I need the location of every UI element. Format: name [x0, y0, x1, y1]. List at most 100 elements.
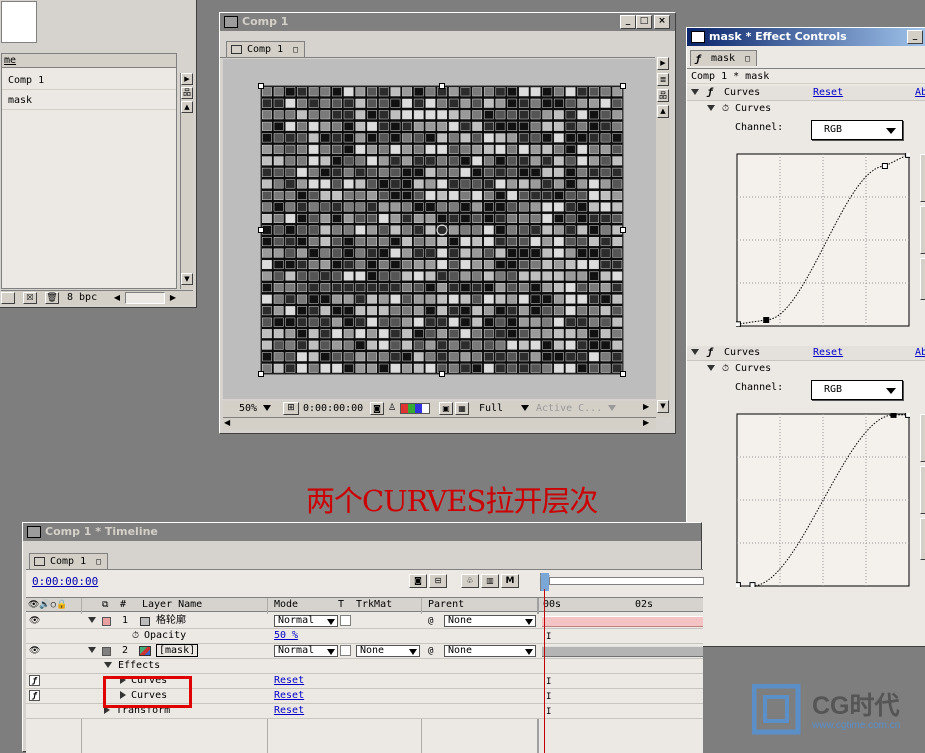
comp-hscroll-left-icon[interactable]: ◀ — [224, 418, 230, 427]
layer-1-duration-bar[interactable] — [542, 616, 703, 627]
snapshot-icon[interactable]: ◙ — [370, 402, 384, 415]
effect-2-fx-icon[interactable]: ƒ — [707, 346, 713, 360]
layer-row-1[interactable]: 👁 1 格轮廓 Normal @ None — [26, 614, 703, 629]
effect-2-channel-dropdown[interactable]: RGB — [811, 380, 903, 400]
comp-flowchart-btn-icon[interactable]: ◙ — [409, 574, 427, 588]
project-vscrollbar[interactable]: ▶ 品 ▲ ▼ — [180, 73, 193, 289]
curve-1-tool-b[interactable] — [920, 206, 925, 254]
scroll-right-icon[interactable]: ▶ — [167, 292, 179, 304]
draft-3d-icon[interactable]: ⊟ — [429, 574, 447, 588]
time-navigator[interactable] — [540, 573, 704, 591]
timeline-tab[interactable]: Comp 1 □ — [29, 553, 108, 570]
curve-2-tool-b[interactable] — [920, 466, 925, 514]
effects-group-row[interactable]: Effects — [26, 659, 703, 674]
comp-canvas[interactable] — [223, 59, 656, 399]
layer-1-eye-icon[interactable]: 👁 — [29, 614, 40, 628]
curve-2-tool-a[interactable] — [920, 414, 925, 462]
comp-tab[interactable]: Comp 1 □ — [226, 41, 305, 58]
comp-menu-arrow-icon[interactable]: ▶ — [657, 57, 669, 70]
layer-1-twirl-icon[interactable] — [88, 614, 96, 628]
safe-zones-icon[interactable]: ⊞ — [283, 402, 299, 415]
effect-2-prop-twirl-icon[interactable] — [707, 362, 715, 376]
comp-hscrollbar[interactable]: ◀ ▶ — [223, 417, 656, 430]
curves-1-reset-link[interactable]: Reset — [274, 674, 304, 688]
effect-1-prop-twirl-icon[interactable] — [707, 102, 715, 116]
label-column-icon[interactable]: ⧉ — [102, 598, 108, 612]
ec-tab-close-icon[interactable]: □ — [745, 54, 750, 63]
layer-1-t-checkbox[interactable] — [340, 615, 351, 626]
navigator-bar[interactable] — [549, 577, 704, 585]
scroll-up-icon[interactable]: ▲ — [181, 101, 193, 113]
layer-1-pickwhip-icon[interactable]: @ — [428, 614, 433, 628]
curves-2-reset-link[interactable]: Reset — [274, 689, 304, 703]
effect-1-reset-link[interactable]: Reset — [813, 86, 843, 100]
curve-2-tool-c[interactable] — [920, 518, 925, 560]
layer-1-label-color[interactable] — [102, 617, 111, 626]
ec-tab[interactable]: ƒ mask □ — [690, 50, 757, 66]
stopwatch-2-icon[interactable]: ⏱ — [722, 362, 729, 376]
comp-timecode[interactable]: 0:00:00:00 — [303, 402, 363, 416]
timeline-timecode[interactable]: 0:00:00:00 — [32, 575, 98, 588]
scroll-arrow-right-icon[interactable]: ▶ — [181, 73, 193, 85]
curves-1-fx-switch-icon[interactable]: ƒ — [29, 675, 40, 686]
comp-bottom-right-arrow-icon[interactable]: ▶ — [643, 402, 649, 411]
curves-2-fx-switch-icon[interactable]: ƒ — [29, 690, 40, 701]
project-item-mask[interactable]: mask — [2, 92, 176, 110]
folder-icon[interactable] — [1, 292, 15, 304]
effect-2-reset-link[interactable]: Reset — [813, 346, 843, 360]
effects-twirl-icon[interactable] — [104, 659, 112, 673]
timeline-titlebar[interactable]: Comp 1 * Timeline — [23, 523, 701, 541]
layer-2-label-color[interactable] — [102, 647, 111, 656]
effect-controls-titlebar[interactable]: mask * Effect Controls _ — [687, 28, 925, 46]
layer-2-pickwhip-icon[interactable]: @ — [428, 644, 433, 658]
effect-2-header[interactable]: ƒ Curves Reset Ab — [687, 346, 925, 361]
project-item-comp1[interactable]: Comp 1 — [2, 72, 176, 90]
layer-1-name[interactable]: 格轮廓 — [156, 614, 186, 628]
playhead-icon[interactable] — [540, 575, 550, 585]
frame-blend-icon[interactable]: ▥ — [481, 574, 499, 588]
comp-scroll-down-icon[interactable]: ▼ — [657, 400, 669, 413]
layer-2-parent-dropdown[interactable]: None — [444, 645, 536, 657]
camera-dropdown[interactable]: Active C... — [536, 402, 617, 416]
layer-2-duration-bar[interactable] — [542, 646, 703, 657]
timeline-tab-close-icon[interactable]: □ — [96, 557, 101, 566]
effect-1-about-link[interactable]: Ab — [915, 86, 925, 100]
new-comp-icon[interactable]: ☒ — [23, 292, 37, 304]
close-icon[interactable]: × — [654, 15, 670, 29]
region-icon[interactable]: ▣ — [439, 402, 453, 415]
layer-2-eye-icon[interactable]: 👁 — [29, 644, 40, 658]
ec-minimize-icon[interactable]: _ — [907, 30, 923, 44]
effect-1-header[interactable]: ƒ Curves Reset Ab — [687, 86, 925, 101]
curve-1-tool-a[interactable] — [920, 154, 925, 202]
opacity-stopwatch-icon[interactable]: ⏱ — [132, 629, 139, 643]
layer-1-mode-dropdown[interactable]: Normal — [274, 615, 338, 627]
comp-flowchart-icon[interactable]: 品 — [657, 89, 669, 102]
shy-icon[interactable]: ♧ — [461, 574, 479, 588]
zoom-dropdown[interactable]: 50% — [239, 402, 272, 416]
curves-graph-1[interactable] — [736, 153, 910, 327]
layer-row-2[interactable]: 👁 2 [mask] Normal None @ None — [26, 644, 703, 659]
stopwatch-icon[interactable]: ⏱ — [722, 102, 729, 116]
scroll-left-icon[interactable]: ◀ — [111, 292, 123, 304]
transform-reset-link[interactable]: Reset — [274, 704, 304, 718]
curves-graph-2[interactable] — [736, 413, 910, 587]
tab-close-icon[interactable]: □ — [293, 45, 298, 54]
minimize-icon[interactable]: _ — [620, 15, 636, 29]
effect-1-channel-dropdown[interactable]: RGB — [811, 120, 903, 140]
effect-2-twirl-icon[interactable] — [691, 346, 699, 360]
col-layer-name[interactable]: Layer Name — [142, 598, 202, 612]
show-snapshot-icon[interactable]: ♙ — [387, 402, 397, 415]
opacity-value[interactable]: 50 % — [274, 629, 298, 643]
transparency-grid-icon[interactable]: ▦ — [455, 402, 469, 415]
layer-2-mode-dropdown[interactable]: Normal — [274, 645, 338, 657]
effect-2-about-link[interactable]: Ab — [915, 346, 925, 360]
project-hscrollbar[interactable] — [125, 292, 165, 304]
comp-vscrollbar[interactable]: ▶ ≣ 品 ▲ ▼ — [656, 57, 670, 417]
layer-2-twirl-icon[interactable] — [88, 644, 96, 658]
maximize-icon[interactable]: □ — [636, 15, 652, 29]
layer-1-parent-dropdown[interactable]: None — [444, 615, 536, 627]
comp-options-icon[interactable]: ≣ — [657, 73, 669, 86]
curve-1-tool-c[interactable] — [920, 258, 925, 300]
resolution-dropdown[interactable]: Full — [479, 402, 530, 416]
layer-2-trkmat-dropdown[interactable]: None — [356, 645, 420, 657]
